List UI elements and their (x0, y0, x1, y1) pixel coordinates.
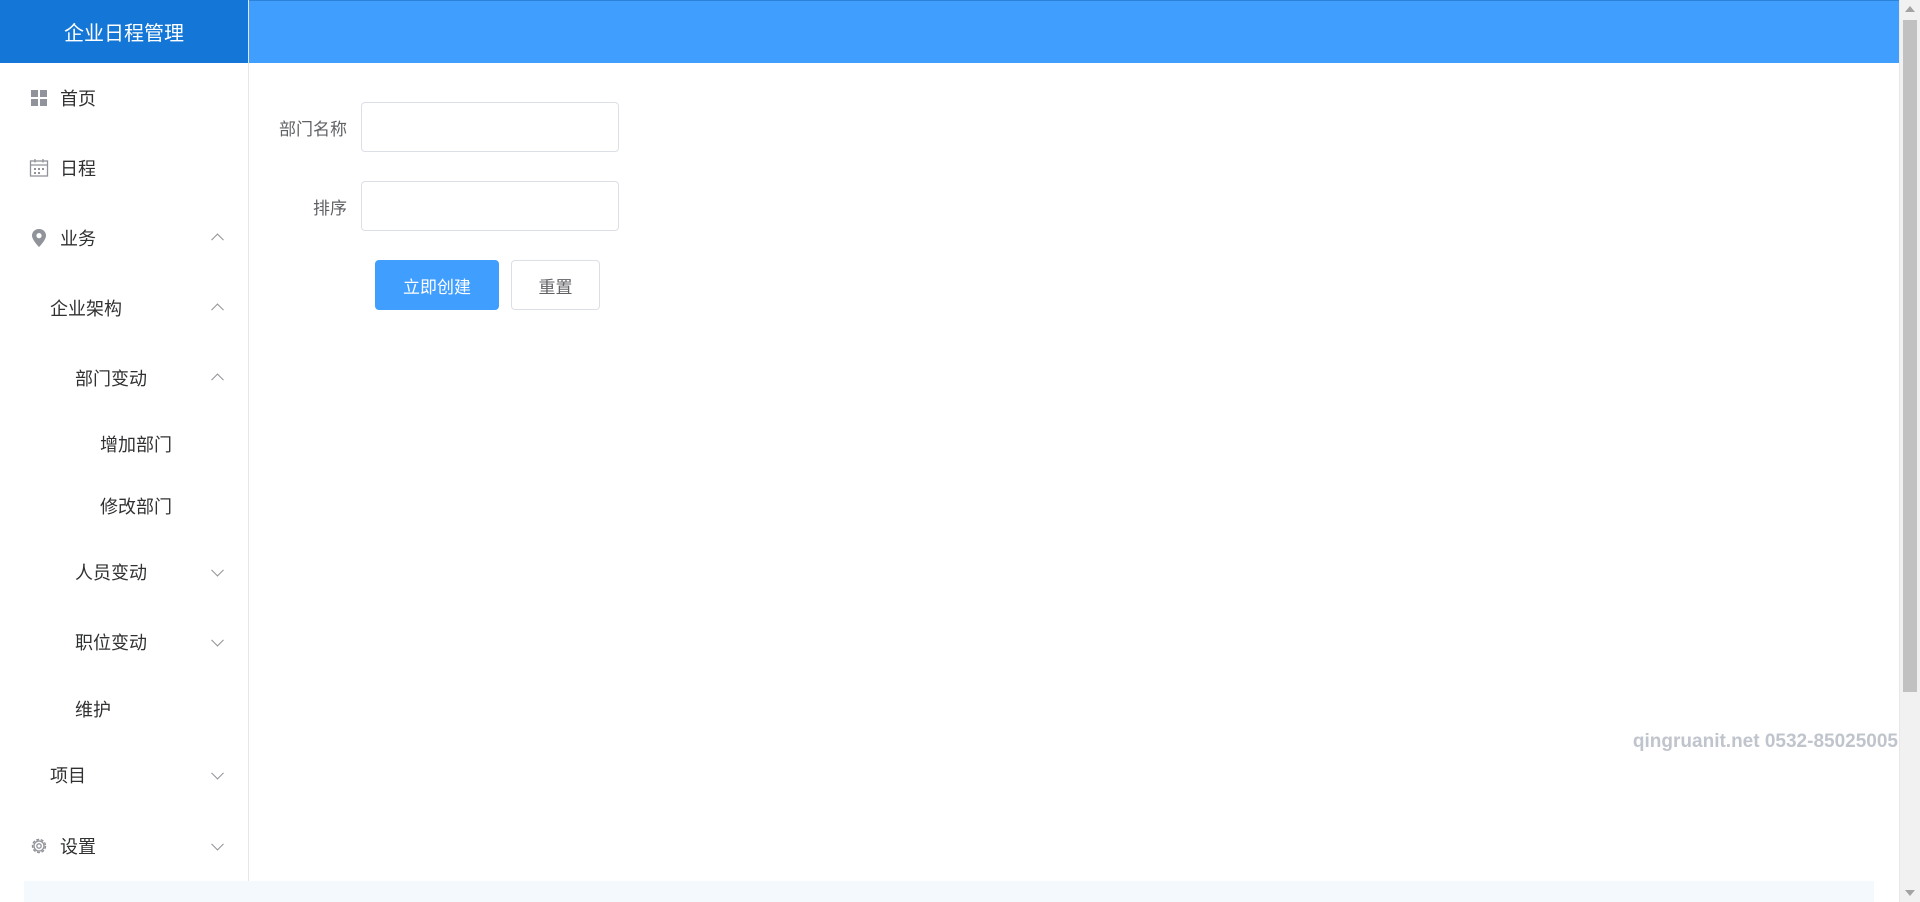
grid-icon (29, 88, 49, 108)
sidebar-item-label: 企业架构 (50, 298, 122, 320)
footer-strip (24, 881, 1874, 902)
app-root: 企业日程管理 首页 日程 业务 企业架构 部门变动 增加部门 修改部门 人员变动… (0, 0, 1920, 902)
scrollbar-thumb[interactable] (1903, 20, 1917, 692)
sort-input[interactable] (361, 181, 619, 231)
chevron-up-icon (211, 302, 224, 316)
chevron-down-icon (211, 633, 224, 647)
sidebar-item-business[interactable]: 业务 (0, 203, 248, 273)
scroll-down-icon[interactable] (1905, 890, 1915, 896)
form-row-dept-name: 部门名称 (249, 102, 619, 152)
create-button[interactable]: 立即创建 (375, 260, 499, 310)
sidebar-item-label: 维护 (75, 699, 111, 721)
sidebar-item-schedule[interactable]: 日程 (0, 133, 248, 203)
main-content: 部门名称 排序 立即创建 重置 (249, 63, 1899, 902)
sidebar-item-position-change[interactable]: 职位变动 (0, 607, 248, 677)
reset-button[interactable]: 重置 (511, 260, 600, 310)
sidebar-item-label: 部门变动 (75, 368, 147, 390)
sidebar-item-home[interactable]: 首页 (0, 63, 248, 133)
sidebar-item-label: 业务 (60, 229, 96, 250)
sidebar-item-label: 设置 (60, 837, 96, 858)
dept-name-input[interactable] (361, 102, 619, 152)
watermark: qingruanit.net 0532-85025005 (1632, 731, 1898, 752)
sidebar-item-edit-dept[interactable]: 修改部门 (0, 475, 248, 537)
chevron-down-icon (211, 563, 224, 577)
sidebar-menu: 首页 日程 业务 企业架构 部门变动 增加部门 修改部门 人员变动 职位变动 维… (0, 63, 248, 882)
chevron-down-icon (211, 837, 224, 851)
sidebar-item-label: 职位变动 (75, 633, 147, 654)
vertical-scrollbar[interactable] (1899, 0, 1920, 902)
chevron-up-icon (211, 372, 224, 386)
app-title: 企业日程管理 (0, 0, 248, 63)
form-row-sort: 排序 (249, 181, 619, 231)
sidebar-item-label: 修改部门 (100, 497, 172, 518)
sidebar-item-add-dept[interactable]: 增加部门 (0, 413, 248, 475)
sidebar: 企业日程管理 首页 日程 业务 企业架构 部门变动 增加部门 修改部门 人员变动… (0, 0, 249, 902)
sidebar-item-maintenance[interactable]: 维护 (0, 677, 248, 740)
sort-label: 排序 (313, 198, 347, 219)
sidebar-item-label: 人员变动 (75, 563, 147, 584)
gear-icon (29, 836, 49, 856)
sidebar-item-label: 项目 (50, 766, 86, 787)
sidebar-item-label: 日程 (60, 159, 96, 180)
form-actions: 立即创建 重置 (375, 260, 600, 310)
sidebar-item-settings[interactable]: 设置 (0, 810, 248, 882)
sidebar-item-staff-change[interactable]: 人员变动 (0, 537, 248, 607)
sidebar-item-dept-change[interactable]: 部门变动 (0, 342, 248, 413)
top-header (249, 0, 1899, 63)
sidebar-item-projects[interactable]: 项目 (0, 740, 248, 810)
chevron-down-icon (211, 766, 224, 780)
dept-name-label: 部门名称 (279, 119, 347, 140)
calendar-icon (29, 158, 49, 178)
chevron-up-icon (211, 233, 224, 247)
sidebar-item-label: 增加部门 (100, 435, 172, 456)
scroll-up-icon[interactable] (1905, 6, 1915, 12)
location-icon (29, 228, 49, 248)
sidebar-item-enterprise-structure[interactable]: 企业架构 (0, 273, 248, 342)
sidebar-item-label: 首页 (60, 89, 96, 110)
